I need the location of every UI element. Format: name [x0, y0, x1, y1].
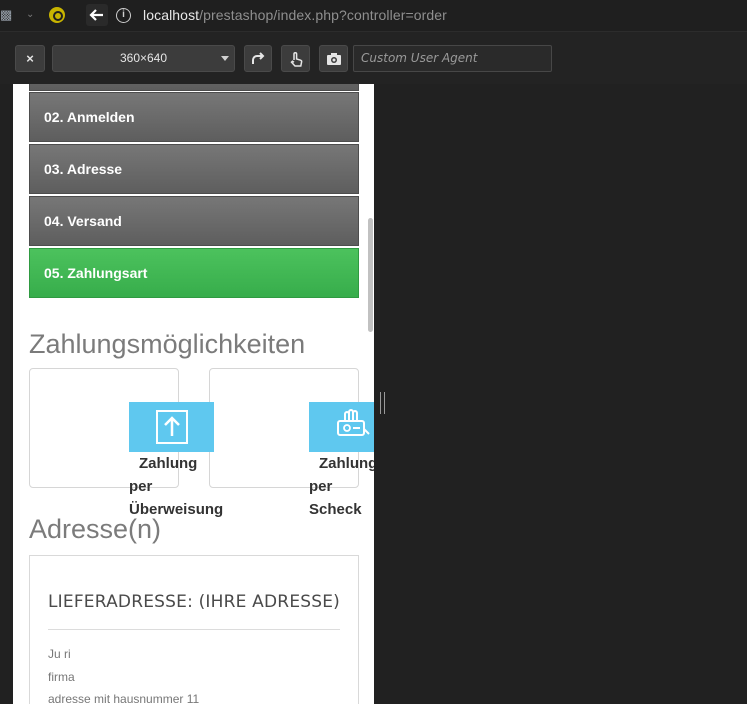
payment-label-line: per [129, 478, 153, 495]
address-line: firma [48, 670, 75, 684]
device-size-value: 360×640 [119, 51, 168, 65]
extension-icon[interactable]: ▩ [0, 6, 18, 24]
device-viewport: 02. Anmelden 03. Adresse 04. Versand 05.… [13, 84, 374, 704]
url-field[interactable]: localhost/prestashop/index.php?controlle… [143, 7, 447, 23]
url-path: /prestashop/index.php?controller=order [199, 7, 447, 23]
device-toolbar: × 360×640 Custom User Agent [0, 32, 747, 84]
camera-icon [327, 53, 341, 65]
payment-label-line: Zahlung [319, 455, 374, 472]
url-host: localhost [143, 7, 200, 23]
custom-user-agent-input[interactable]: Custom User Agent [353, 45, 552, 72]
delivery-address-heading: LIEFERADRESSE: (IHRE ADRESSE) [48, 592, 341, 612]
check-payment-icon[interactable] [309, 402, 374, 452]
browser-address-bar: ▩ ⌄ i localhost/prestashop/index.php?con… [0, 0, 747, 32]
upload-arrow-icon[interactable] [129, 402, 214, 452]
rotate-button[interactable] [244, 45, 272, 72]
payment-options-title: Zahlungsmöglichkeiten [29, 329, 306, 359]
device-size-select[interactable]: 360×640 [52, 45, 235, 72]
address-title: Adresse(n) [29, 514, 162, 544]
delivery-address-box: LIEFERADRESSE: (IHRE ADRESSE) Ju ri firm… [29, 555, 359, 704]
payment-label-bankwire[interactable]: Zahlung per Überweisung [129, 452, 239, 521]
extension-search-icon[interactable] [49, 7, 65, 23]
checkout-step-payment[interactable]: 05. Zahlungsart [29, 248, 359, 298]
viewport-resize-handle[interactable] [380, 392, 385, 414]
checkout-step-login[interactable]: 02. Anmelden [29, 92, 359, 142]
rotate-icon [252, 52, 265, 64]
payment-label-cheque[interactable]: Zahlung per Scheck [309, 452, 374, 521]
close-device-mode-button[interactable]: × [15, 45, 45, 72]
address-line: adresse mit hausnummer 11 [48, 692, 200, 704]
address-line: Ju ri [48, 647, 71, 661]
touch-button[interactable] [281, 45, 310, 72]
divider [48, 629, 340, 630]
checkout-step-shipping[interactable]: 04. Versand [29, 196, 359, 246]
payment-label-line: per [309, 478, 333, 495]
touch-icon [290, 52, 303, 67]
back-arrow-icon[interactable] [86, 4, 108, 26]
chevron-down-icon [221, 56, 229, 61]
payment-label-line: Zahlung [139, 455, 198, 472]
payment-label-line: Scheck [309, 501, 362, 518]
chevron-down-icon[interactable]: ⌄ [26, 6, 44, 24]
checkout-step-address[interactable]: 03. Adresse [29, 144, 359, 194]
info-icon[interactable]: i [116, 8, 131, 23]
viewport-scrollbar[interactable] [368, 218, 373, 332]
checkout-step-1[interactable] [29, 84, 359, 91]
screenshot-button[interactable] [319, 45, 348, 72]
